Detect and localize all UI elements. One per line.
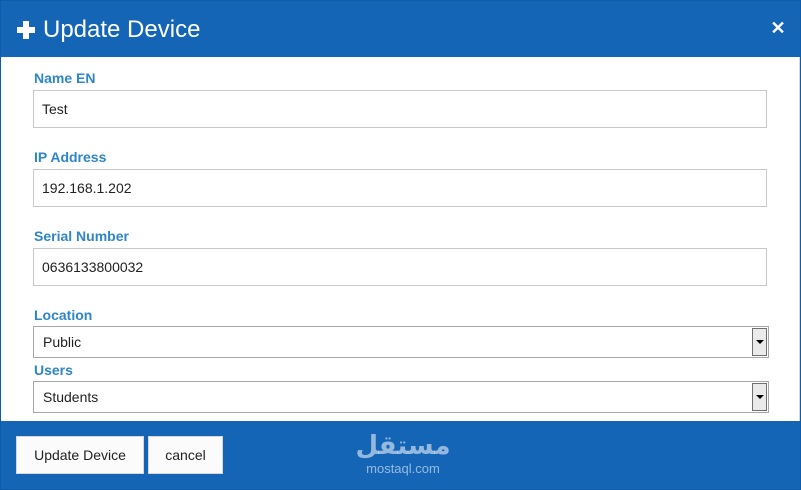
chevron-down-icon[interactable] (752, 328, 767, 356)
name-en-label: Name EN (34, 70, 96, 86)
watermark: مستقل mostaql.com (354, 431, 452, 481)
serial-number-label: Serial Number (34, 228, 129, 244)
ip-address-input[interactable]: 192.168.1.202 (33, 169, 767, 207)
location-select[interactable]: Public (33, 326, 769, 358)
dialog-title: Update Device (43, 16, 201, 43)
update-device-dialog: Update Device ✕ Name EN Test IP Address … (0, 0, 801, 490)
dialog-footer: Update Device cancel مستقل mostaql.com (1, 421, 800, 489)
cancel-button[interactable]: cancel (148, 436, 223, 474)
content-scroll-edge (799, 57, 800, 421)
users-selected-value: Students (43, 389, 99, 405)
location-label: Location (34, 307, 93, 323)
watermark-text: mostaql.com (366, 461, 440, 476)
ip-address-label: IP Address (34, 149, 107, 165)
serial-number-input[interactable]: 0636133800032 (33, 248, 767, 286)
location-selected-value: Public (43, 334, 82, 350)
update-device-button[interactable]: Update Device (16, 436, 144, 474)
name-en-input[interactable]: Test (33, 90, 767, 128)
dialog-header: Update Device ✕ (1, 1, 800, 57)
chevron-down-icon[interactable] (752, 383, 767, 411)
users-select[interactable]: Students (33, 381, 769, 413)
watermark-logo: مستقل (355, 431, 451, 461)
close-icon[interactable]: ✕ (769, 17, 787, 39)
users-label: Users (34, 362, 73, 378)
plus-icon (17, 21, 35, 39)
